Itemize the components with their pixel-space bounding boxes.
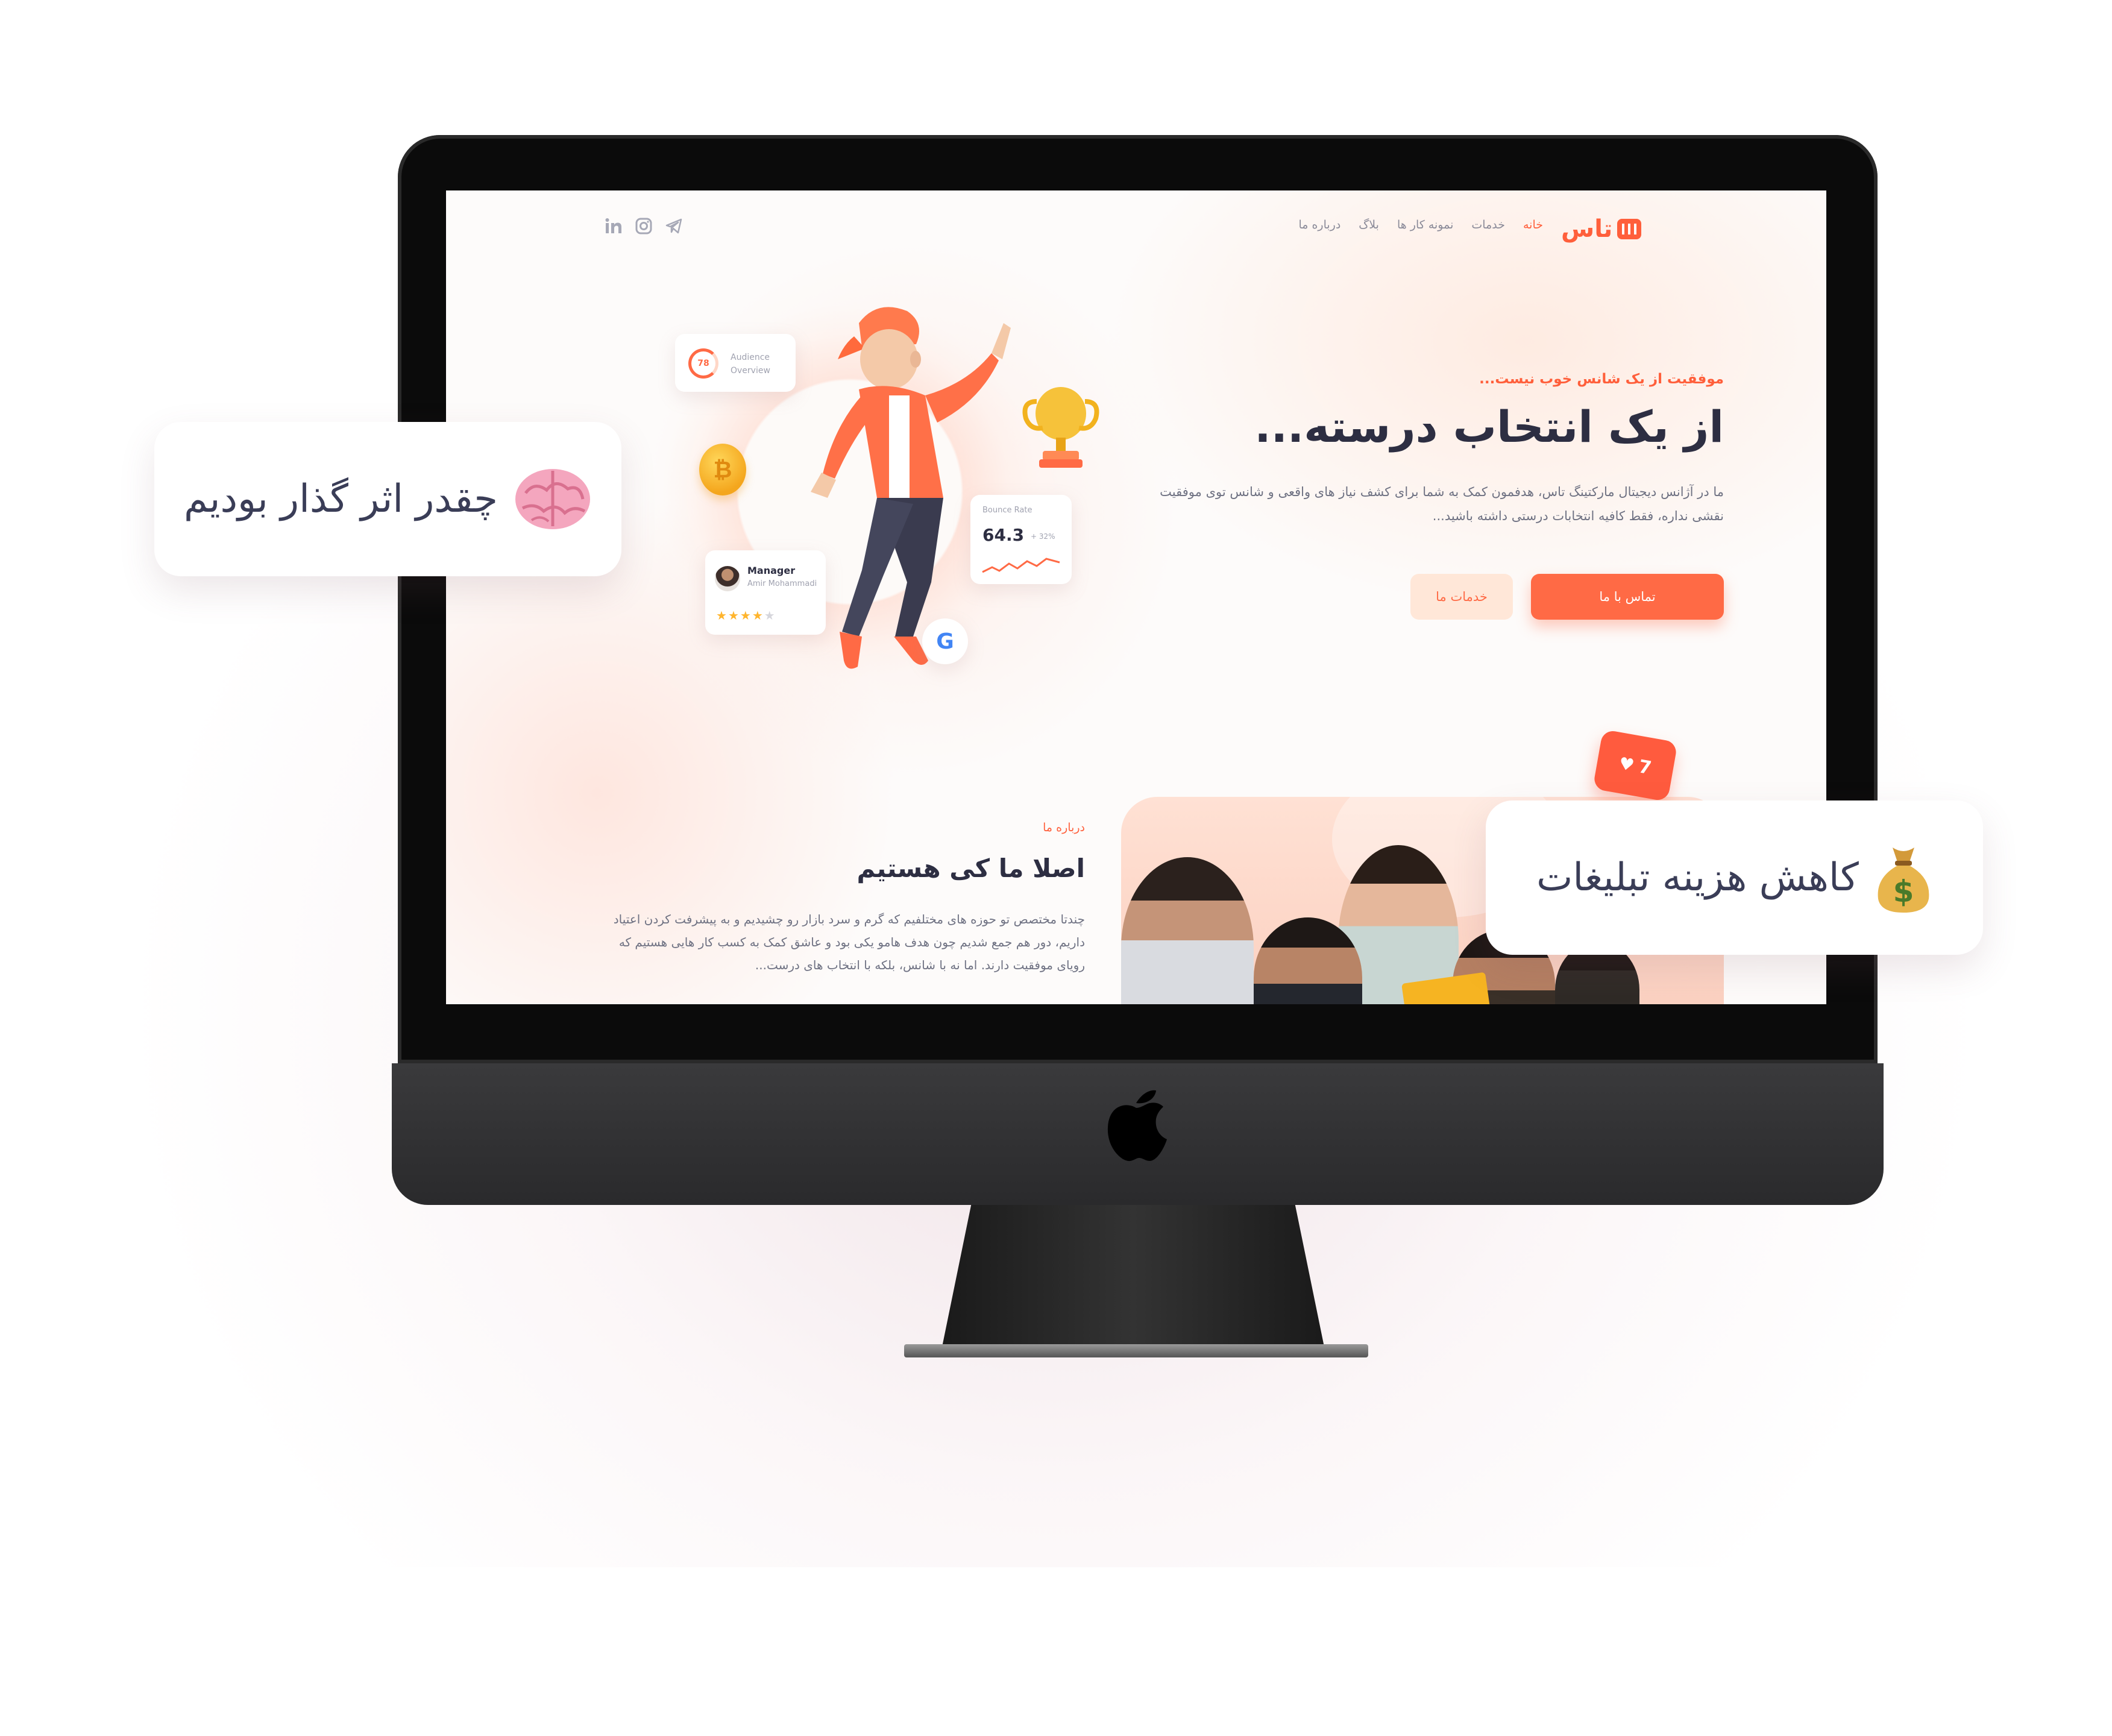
audience-value: 78 [697, 359, 709, 368]
notification-count: 7 [1636, 755, 1653, 779]
avatar [715, 566, 740, 591]
audience-progress-ring: 78 [688, 348, 718, 379]
monitor-stand-base [904, 1344, 1368, 1357]
telegram-icon[interactable] [664, 217, 684, 236]
audience-label: Audience Overview [731, 351, 770, 377]
star-icon: ★ [716, 608, 728, 623]
coin-icon: ₿ [699, 444, 746, 495]
about-text: چندتا مختصص تو حوزه های مختلفیم که گرم و… [613, 912, 1085, 972]
contact-us-button[interactable]: تماس با ما [1531, 574, 1724, 620]
audience-overview-card: 78 Audience Overview [675, 334, 796, 392]
star-icon: ★ [740, 608, 752, 623]
nav-item-about[interactable]: درباره ما [1298, 218, 1340, 231]
manager-name: Amir Mohammadi [747, 579, 817, 588]
bounce-rate-card: Bounce Rate 64.3 + 32% [970, 495, 1072, 584]
svg-text:$: $ [1893, 874, 1914, 909]
our-services-button[interactable]: خدمات ما [1410, 574, 1513, 620]
logo-mark-icon [1617, 219, 1642, 239]
like-notification-badge: ♥ 7 [1592, 729, 1678, 802]
rating-stars: ★★★★★ [716, 608, 776, 623]
star-icon: ★ [728, 608, 740, 623]
manager-card: Manager Amir Mohammadi ★★★★★ [705, 550, 826, 635]
apple-logo-icon [1107, 1090, 1167, 1162]
about-title: اصلا ما کی هستیم [856, 854, 1085, 883]
nav-item-blog[interactable]: بلاگ [1359, 218, 1379, 231]
ads-cost-callout: $ کاهش هزینه تبلیغات [1486, 800, 1983, 955]
star-icon: ★ [764, 608, 776, 623]
instagram-icon[interactable] [634, 217, 653, 236]
bounce-rate-sparkline [982, 558, 1060, 573]
nav-item-home[interactable]: خانه [1523, 218, 1543, 231]
ads-cost-callout-text: کاهش هزینه تبلیغات [1536, 855, 1859, 900]
about-kicker: درباره ما [1043, 821, 1085, 834]
hero-description: ما در آژانس دیجیتال مارکتینگ تاس، هدفمون… [1160, 485, 1724, 523]
logo-text: تاس [1561, 215, 1613, 243]
star-icon: ★ [752, 608, 764, 623]
site-logo[interactable]: تاس [1561, 211, 1642, 247]
bounce-rate-delta: + 32% [1031, 532, 1055, 541]
money-bag-icon: $ [1878, 848, 1929, 913]
bounce-rate-title: Bounce Rate [982, 506, 1032, 515]
hero-title: از یک انتخاب درسته... [1254, 401, 1724, 452]
coin-symbol: ₿ [713, 456, 732, 483]
google-icon: G [936, 629, 954, 654]
team-member [1121, 857, 1254, 1004]
manager-title: Manager [747, 565, 796, 576]
audience-label-line-1: Audience [731, 353, 770, 362]
heart-icon: ♥ [1617, 753, 1636, 775]
brain-icon [515, 469, 590, 529]
impact-callout: چقدر اثر گذار بودیم [154, 422, 621, 576]
linkedin-icon[interactable] [604, 217, 623, 236]
bounce-rate-value: 64.3 [982, 525, 1025, 545]
impact-callout-text: چقدر اثر گذار بودیم [184, 477, 498, 521]
google-badge: G [922, 618, 968, 664]
monitor-stand [940, 1205, 1326, 1356]
social-links [604, 217, 684, 236]
nav-item-portfolio[interactable]: نمونه کار ها [1397, 218, 1453, 231]
audience-label-line-2: Overview [731, 366, 770, 376]
main-nav: خانه خدمات نمونه کار ها بلاگ درباره ما [1230, 218, 1543, 231]
nav-item-services[interactable]: خدمات [1471, 218, 1505, 231]
hero-kicker: موفقیت از یک شانس خوب نیست... [1479, 371, 1724, 387]
